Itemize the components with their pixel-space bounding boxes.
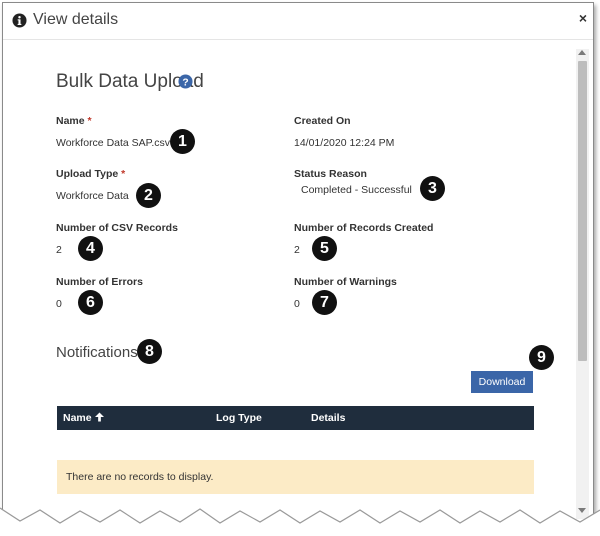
close-icon[interactable]: × <box>579 11 587 25</box>
name-value: Workforce Data SAP.csv <box>56 137 170 149</box>
scroll-thumb[interactable] <box>578 61 587 361</box>
callout-4: 4 <box>78 236 103 261</box>
required-marker: * <box>87 115 92 127</box>
required-marker: * <box>121 168 126 180</box>
warnings-value: 0 <box>294 298 300 310</box>
empty-state-message: There are no records to display. <box>66 471 214 483</box>
upload-type-label: Upload Type * <box>56 168 126 180</box>
csv-records-label: Number of CSV Records <box>56 222 178 234</box>
csv-records-value: 2 <box>56 244 62 256</box>
callout-3: 3 <box>420 176 445 201</box>
callout-1: 1 <box>170 129 195 154</box>
notifications-title: Notifications <box>56 344 138 361</box>
column-header-name[interactable]: Name <box>63 412 104 424</box>
callout-6: 6 <box>78 290 103 315</box>
errors-label: Number of Errors <box>56 276 143 288</box>
dialog-header: View details × <box>3 3 593 40</box>
torn-edge-decoration <box>0 507 600 536</box>
status-reason-label: Status Reason <box>294 168 367 180</box>
help-icon[interactable]: ? <box>178 74 193 89</box>
upload-type-value: Workforce Data <box>56 190 129 202</box>
created-on-label: Created On <box>294 115 351 127</box>
column-header-details[interactable]: Details <box>311 412 345 424</box>
callout-5: 5 <box>312 236 337 261</box>
errors-value: 0 <box>56 298 62 310</box>
records-created-value: 2 <box>294 244 300 256</box>
column-header-log-type[interactable]: Log Type <box>216 412 262 424</box>
vertical-scrollbar[interactable] <box>576 49 589 519</box>
info-icon <box>12 13 27 28</box>
created-on-value: 14/01/2020 12:24 PM <box>294 137 395 149</box>
callout-7: 7 <box>312 290 337 315</box>
dialog-title: View details <box>33 11 119 28</box>
svg-text:?: ? <box>182 77 188 88</box>
callout-9: 9 <box>529 345 554 370</box>
warnings-label: Number of Warnings <box>294 276 397 288</box>
status-reason-value: Completed - Successful <box>301 184 412 196</box>
empty-state-row: There are no records to display. <box>57 460 534 494</box>
name-label: Name * <box>56 115 92 127</box>
view-details-dialog: View details × Bulk Data Upload ? Name *… <box>2 2 594 534</box>
arrow-up-icon <box>94 412 104 422</box>
records-created-label: Number of Records Created <box>294 222 434 234</box>
notifications-grid-header: Name Log Type Details <box>57 406 534 430</box>
scroll-up-icon[interactable] <box>578 50 586 55</box>
callout-8: 8 <box>137 339 162 364</box>
download-button[interactable]: Download <box>471 371 533 393</box>
callout-2: 2 <box>136 183 161 208</box>
